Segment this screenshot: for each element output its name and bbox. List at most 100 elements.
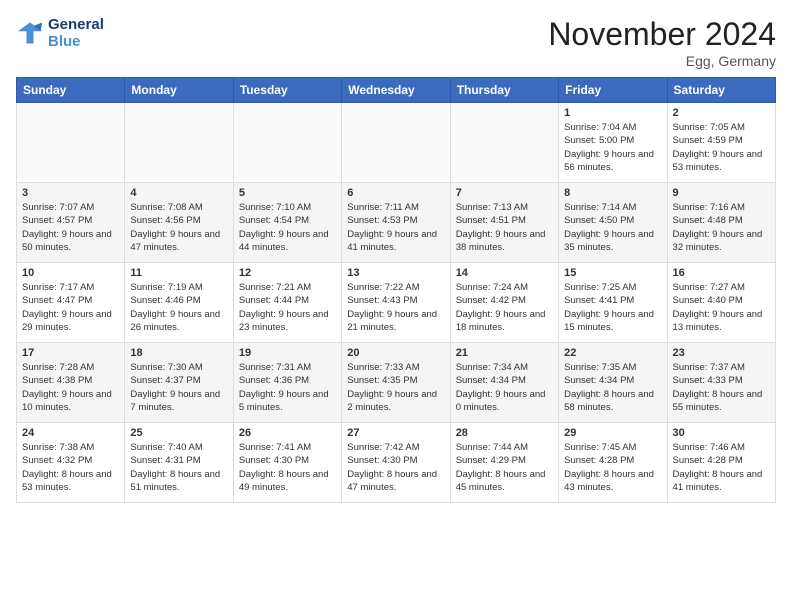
day-number: 4 <box>130 187 227 199</box>
day-number: 3 <box>22 187 119 199</box>
day-header-sunday: Sunday <box>17 78 125 103</box>
calendar-cell: 4 Sunrise: 7:08 AM Sunset: 4:56 PM Daylig… <box>125 183 233 263</box>
day-info: Sunrise: 7:44 AM Sunset: 4:29 PM Dayligh… <box>456 441 553 494</box>
day-number: 24 <box>22 427 119 439</box>
day-info: Sunrise: 7:37 AM Sunset: 4:33 PM Dayligh… <box>673 361 770 414</box>
calendar-cell: 24Sunrise: 7:38 AM Sunset: 4:32 PM Dayli… <box>17 423 125 503</box>
day-info: Sunrise: 7:28 AM Sunset: 4:38 PM Dayligh… <box>22 361 119 414</box>
title-area: November 2024 Egg, Germany <box>548 16 776 69</box>
calendar-cell <box>450 103 558 183</box>
day-number: 10 <box>22 267 119 279</box>
calendar-cell: 29Sunrise: 7:45 AM Sunset: 4:28 PM Dayli… <box>559 423 667 503</box>
day-info: Sunrise: 7:04 AM Sunset: 5:00 PM Dayligh… <box>564 121 661 174</box>
week-row-3: 17 Sunrise: 7:28 AM Sunset: 4:38 PM Dayli… <box>17 343 776 423</box>
calendar-cell: 16 Sunrise: 7:27 AM Sunset: 4:40 PM Dayli… <box>667 263 775 343</box>
calendar-cell: 17 Sunrise: 7:28 AM Sunset: 4:38 PM Dayli… <box>17 343 125 423</box>
day-number: 26 <box>239 427 336 439</box>
calendar-cell: 21Sunrise: 7:34 AM Sunset: 4:34 PM Dayli… <box>450 343 558 423</box>
day-info: Sunrise: 7:05 AM Sunset: 4:59 PM Dayligh… <box>673 121 770 174</box>
day-info: Sunrise: 7:41 AM Sunset: 4:30 PM Dayligh… <box>239 441 336 494</box>
calendar-cell: 30Sunrise: 7:46 AM Sunset: 4:28 PM Dayli… <box>667 423 775 503</box>
calendar-cell: 28 Sunrise: 7:44 AM Sunset: 4:29 PM Dayli… <box>450 423 558 503</box>
day-number: 16 <box>673 267 770 279</box>
day-info: Sunrise: 7:27 AM Sunset: 4:40 PM Dayligh… <box>673 281 770 334</box>
day-info: Sunrise: 7:35 AM Sunset: 4:34 PM Dayligh… <box>564 361 661 414</box>
day-info: Sunrise: 7:31 AM Sunset: 4:36 PM Dayligh… <box>239 361 336 414</box>
day-number: 17 <box>22 347 119 359</box>
day-number: 1 <box>564 107 661 119</box>
day-number: 8 <box>564 187 661 199</box>
calendar-header-row: SundayMondayTuesdayWednesdayThursdayFrid… <box>17 78 776 103</box>
calendar-cell: 12 Sunrise: 7:21 AM Sunset: 4:44 PM Dayli… <box>233 263 341 343</box>
day-number: 14 <box>456 267 553 279</box>
day-number: 12 <box>239 267 336 279</box>
day-number: 27 <box>347 427 444 439</box>
day-header-wednesday: Wednesday <box>342 78 450 103</box>
calendar-cell <box>233 103 341 183</box>
calendar-cell: 25 Sunrise: 7:40 AM Sunset: 4:31 PM Dayli… <box>125 423 233 503</box>
calendar-cell: 6 Sunrise: 7:11 AM Sunset: 4:53 PM Daylig… <box>342 183 450 263</box>
day-number: 11 <box>130 267 227 279</box>
day-info: Sunrise: 7:11 AM Sunset: 4:53 PM Dayligh… <box>347 201 444 254</box>
calendar-cell: 3Sunrise: 7:07 AM Sunset: 4:57 PM Daylig… <box>17 183 125 263</box>
calendar-cell: 26 Sunrise: 7:41 AM Sunset: 4:30 PM Dayli… <box>233 423 341 503</box>
location: Egg, Germany <box>548 53 776 69</box>
day-header-friday: Friday <box>559 78 667 103</box>
day-info: Sunrise: 7:24 AM Sunset: 4:42 PM Dayligh… <box>456 281 553 334</box>
day-header-thursday: Thursday <box>450 78 558 103</box>
day-info: Sunrise: 7:40 AM Sunset: 4:31 PM Dayligh… <box>130 441 227 494</box>
day-info: Sunrise: 7:16 AM Sunset: 4:48 PM Dayligh… <box>673 201 770 254</box>
day-header-monday: Monday <box>125 78 233 103</box>
calendar-cell <box>125 103 233 183</box>
calendar-cell: 13 Sunrise: 7:22 AM Sunset: 4:43 PM Dayli… <box>342 263 450 343</box>
calendar-cell: 15Sunrise: 7:25 AM Sunset: 4:41 PM Dayli… <box>559 263 667 343</box>
logo-text: General Blue <box>48 16 104 50</box>
day-header-tuesday: Tuesday <box>233 78 341 103</box>
logo: General Blue <box>16 16 104 50</box>
day-number: 23 <box>673 347 770 359</box>
day-header-saturday: Saturday <box>667 78 775 103</box>
day-number: 9 <box>673 187 770 199</box>
day-number: 29 <box>564 427 661 439</box>
day-info: Sunrise: 7:34 AM Sunset: 4:34 PM Dayligh… <box>456 361 553 414</box>
day-number: 6 <box>347 187 444 199</box>
day-info: Sunrise: 7:10 AM Sunset: 4:54 PM Dayligh… <box>239 201 336 254</box>
day-number: 25 <box>130 427 227 439</box>
day-number: 15 <box>564 267 661 279</box>
week-row-4: 24Sunrise: 7:38 AM Sunset: 4:32 PM Dayli… <box>17 423 776 503</box>
day-number: 22 <box>564 347 661 359</box>
calendar-cell: 22 Sunrise: 7:35 AM Sunset: 4:34 PM Dayli… <box>559 343 667 423</box>
calendar-cell: 11Sunrise: 7:19 AM Sunset: 4:46 PM Dayli… <box>125 263 233 343</box>
calendar: SundayMondayTuesdayWednesdayThursdayFrid… <box>16 77 776 503</box>
calendar-cell <box>342 103 450 183</box>
calendar-cell: 7Sunrise: 7:13 AM Sunset: 4:51 PM Daylig… <box>450 183 558 263</box>
calendar-cell: 19 Sunrise: 7:31 AM Sunset: 4:36 PM Dayli… <box>233 343 341 423</box>
day-number: 7 <box>456 187 553 199</box>
day-info: Sunrise: 7:46 AM Sunset: 4:28 PM Dayligh… <box>673 441 770 494</box>
calendar-cell: 5Sunrise: 7:10 AM Sunset: 4:54 PM Daylig… <box>233 183 341 263</box>
day-info: Sunrise: 7:08 AM Sunset: 4:56 PM Dayligh… <box>130 201 227 254</box>
calendar-cell: 27 Sunrise: 7:42 AM Sunset: 4:30 PM Dayli… <box>342 423 450 503</box>
day-info: Sunrise: 7:33 AM Sunset: 4:35 PM Dayligh… <box>347 361 444 414</box>
page-header: General Blue November 2024 Egg, Germany <box>16 16 776 69</box>
calendar-cell: 10 Sunrise: 7:17 AM Sunset: 4:47 PM Dayli… <box>17 263 125 343</box>
calendar-cell: 18Sunrise: 7:30 AM Sunset: 4:37 PM Dayli… <box>125 343 233 423</box>
logo-icon <box>16 19 44 47</box>
day-number: 28 <box>456 427 553 439</box>
day-info: Sunrise: 7:21 AM Sunset: 4:44 PM Dayligh… <box>239 281 336 334</box>
week-row-0: 1 Sunrise: 7:04 AM Sunset: 5:00 PM Daylig… <box>17 103 776 183</box>
calendar-cell <box>17 103 125 183</box>
calendar-cell: 8 Sunrise: 7:14 AM Sunset: 4:50 PM Daylig… <box>559 183 667 263</box>
day-number: 13 <box>347 267 444 279</box>
day-info: Sunrise: 7:42 AM Sunset: 4:30 PM Dayligh… <box>347 441 444 494</box>
day-info: Sunrise: 7:14 AM Sunset: 4:50 PM Dayligh… <box>564 201 661 254</box>
day-number: 2 <box>673 107 770 119</box>
day-number: 19 <box>239 347 336 359</box>
day-number: 20 <box>347 347 444 359</box>
calendar-cell: 1 Sunrise: 7:04 AM Sunset: 5:00 PM Daylig… <box>559 103 667 183</box>
day-info: Sunrise: 7:22 AM Sunset: 4:43 PM Dayligh… <box>347 281 444 334</box>
calendar-body: 1 Sunrise: 7:04 AM Sunset: 5:00 PM Daylig… <box>17 103 776 503</box>
calendar-cell: 9 Sunrise: 7:16 AM Sunset: 4:48 PM Daylig… <box>667 183 775 263</box>
calendar-cell: 2 Sunrise: 7:05 AM Sunset: 4:59 PM Daylig… <box>667 103 775 183</box>
day-info: Sunrise: 7:17 AM Sunset: 4:47 PM Dayligh… <box>22 281 119 334</box>
